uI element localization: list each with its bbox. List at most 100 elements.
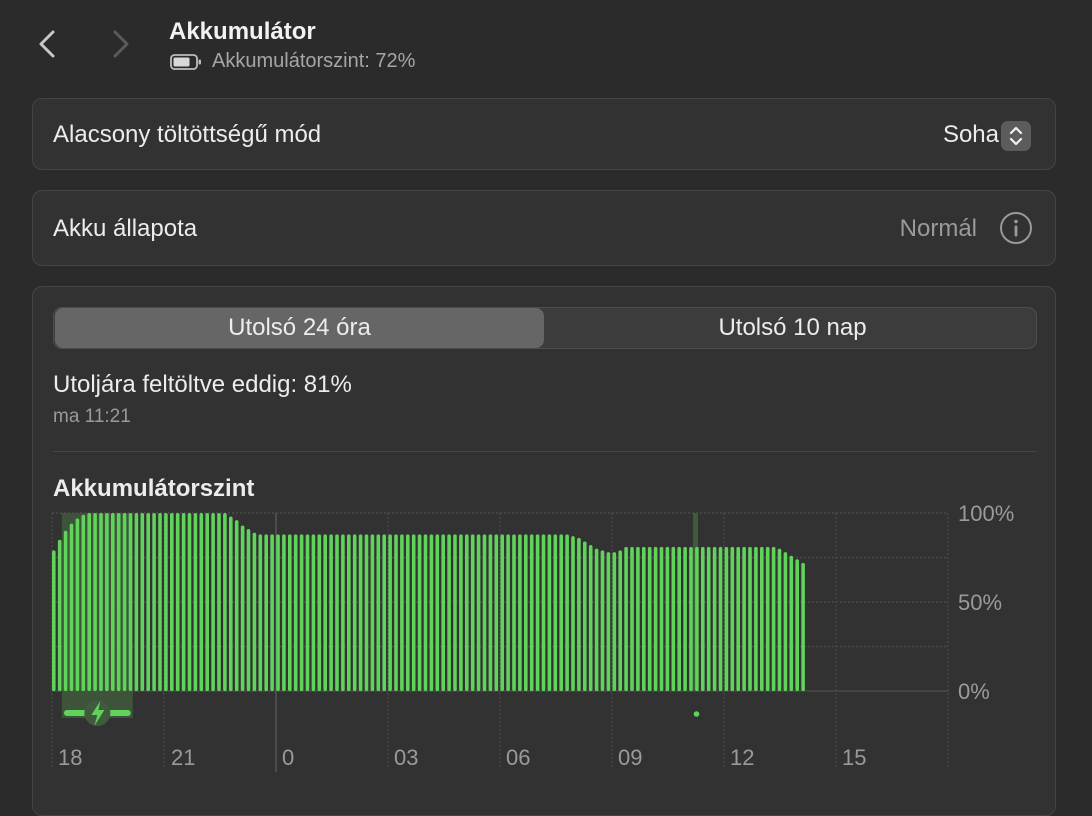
bar <box>394 534 398 691</box>
bar <box>600 550 605 691</box>
bar <box>217 513 221 691</box>
bar <box>494 534 499 691</box>
bar <box>335 534 339 691</box>
bar <box>175 513 180 691</box>
bar <box>146 513 150 691</box>
bar <box>388 534 392 691</box>
bar <box>465 534 469 691</box>
bar <box>736 546 740 691</box>
bar <box>406 534 410 691</box>
bar <box>630 546 634 691</box>
bar <box>571 536 575 691</box>
bar <box>541 534 546 691</box>
x-tick-label: 0 <box>282 745 294 770</box>
bar <box>712 546 717 691</box>
bar <box>606 552 611 691</box>
y-tick-label: 50% <box>958 590 1002 615</box>
bar <box>75 518 80 691</box>
bar <box>695 546 699 691</box>
bar <box>583 541 587 691</box>
bar <box>636 546 640 691</box>
bar <box>288 534 292 691</box>
bar <box>152 513 156 691</box>
bar <box>447 534 451 691</box>
bar <box>116 513 121 691</box>
bar <box>665 546 670 691</box>
bar <box>783 552 788 691</box>
bar <box>323 534 327 691</box>
bar <box>358 534 363 691</box>
bar <box>122 513 127 691</box>
bar <box>364 534 369 691</box>
bar <box>69 523 74 691</box>
bar <box>642 546 646 691</box>
charging-dot <box>693 711 700 717</box>
bar <box>618 550 622 691</box>
bar <box>470 534 475 691</box>
bar <box>52 550 56 691</box>
bar <box>423 534 428 691</box>
bar <box>765 546 770 691</box>
bar <box>140 513 145 691</box>
bar <box>329 534 333 691</box>
bar <box>164 513 168 691</box>
bar <box>529 534 534 691</box>
bar <box>57 539 62 691</box>
bar <box>63 530 68 691</box>
bar <box>482 534 487 691</box>
bar <box>276 534 280 691</box>
bar <box>341 534 345 691</box>
bar <box>771 546 776 691</box>
bar <box>240 525 245 691</box>
bar <box>382 534 386 691</box>
bar <box>701 546 705 691</box>
bar <box>612 552 617 691</box>
bar <box>258 534 263 691</box>
bar <box>588 545 593 691</box>
y-tick-label: 0% <box>958 679 990 704</box>
x-tick-label: 21 <box>171 745 195 770</box>
bar <box>264 534 268 691</box>
bar <box>559 534 563 691</box>
x-tick-label: 03 <box>394 745 418 770</box>
bar <box>299 534 304 691</box>
bar <box>111 513 115 691</box>
bar <box>671 546 676 691</box>
bar <box>512 534 516 691</box>
bar <box>128 513 133 691</box>
bar <box>789 555 794 691</box>
bar <box>317 534 322 691</box>
bar <box>535 534 540 691</box>
bar <box>99 513 103 691</box>
bar <box>706 546 711 691</box>
bar <box>187 513 192 691</box>
bar <box>453 534 457 691</box>
bar <box>352 534 357 691</box>
bar <box>234 520 239 691</box>
bar <box>565 534 569 691</box>
x-tick-label: 15 <box>842 745 866 770</box>
bar <box>553 534 558 691</box>
bar <box>777 548 782 691</box>
bar <box>801 562 805 691</box>
bar <box>311 534 316 691</box>
bar <box>524 534 528 691</box>
bar <box>246 529 251 691</box>
y-tick-label: 100% <box>958 501 1014 526</box>
x-tick-label: 12 <box>730 745 754 770</box>
bar <box>400 534 404 691</box>
bar <box>376 534 381 691</box>
x-tick-label: 06 <box>506 745 530 770</box>
bar <box>81 514 86 691</box>
bar <box>105 513 109 691</box>
bar <box>370 534 375 691</box>
x-tick-label: 09 <box>618 745 642 770</box>
bar <box>193 513 198 691</box>
bar <box>718 546 723 691</box>
bar <box>488 534 493 691</box>
bar <box>205 513 209 691</box>
bar <box>170 513 174 691</box>
bar <box>134 513 139 691</box>
bar <box>411 534 416 691</box>
x-tick-label: 18 <box>58 745 82 770</box>
